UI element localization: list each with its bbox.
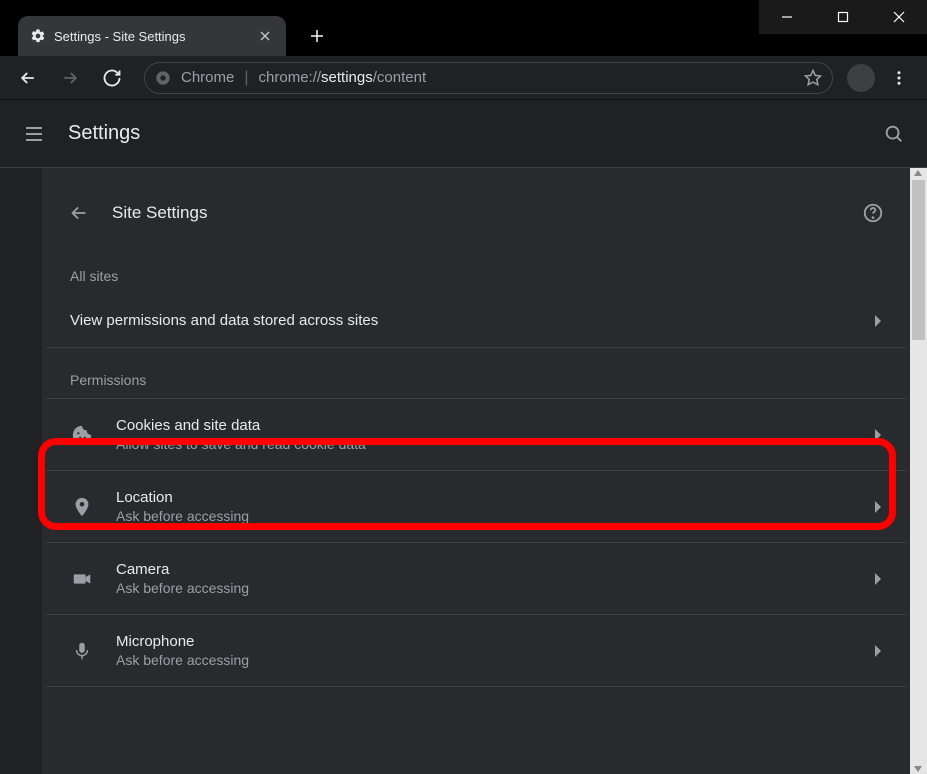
forward-button[interactable] [52, 60, 88, 96]
all-sites-link[interactable]: View permissions and data stored across … [46, 294, 906, 348]
permission-microphone[interactable]: Microphone Ask before accessing [46, 615, 906, 687]
help-icon[interactable] [862, 202, 884, 224]
permission-cookies[interactable]: Cookies and site data Allow sites to sav… [46, 398, 906, 471]
star-icon[interactable] [804, 69, 822, 87]
url-text: chrome://settings/content [259, 69, 427, 87]
chevron-right-icon [874, 501, 882, 513]
scrollbar[interactable] [910, 168, 927, 774]
close-window-button[interactable] [871, 0, 927, 34]
gear-icon [30, 28, 46, 44]
tab-title: Settings - Site Settings [54, 29, 248, 44]
permission-title: Location [116, 489, 852, 506]
browser-tab[interactable]: Settings - Site Settings [18, 16, 286, 56]
profile-avatar[interactable] [847, 64, 875, 92]
camera-icon [70, 567, 94, 591]
page-title: Site Settings [112, 203, 840, 223]
section-permissions-label: Permissions [46, 348, 906, 398]
search-icon[interactable] [883, 123, 905, 145]
new-tab-button[interactable] [300, 19, 334, 53]
minimize-button[interactable] [759, 0, 815, 34]
back-button[interactable] [10, 60, 46, 96]
scroll-thumb[interactable] [912, 180, 925, 340]
section-all-sites-label: All sites [46, 244, 906, 294]
chevron-right-icon [874, 429, 882, 441]
close-tab-button[interactable] [256, 27, 274, 45]
all-sites-title: View permissions and data stored across … [70, 312, 852, 329]
reload-button[interactable] [94, 60, 130, 96]
url-label: Chrome [181, 69, 234, 86]
permission-sub: Ask before accessing [116, 580, 852, 596]
app-title: Settings [68, 122, 140, 145]
chevron-right-icon [874, 315, 882, 327]
permission-location[interactable]: Location Ask before accessing [46, 471, 906, 543]
permission-title: Microphone [116, 633, 852, 650]
location-icon [70, 495, 94, 519]
app-menu-button[interactable] [881, 60, 917, 96]
chrome-icon [155, 70, 171, 86]
permission-title: Cookies and site data [116, 417, 852, 434]
address-bar[interactable]: Chrome | chrome://settings/content [144, 62, 833, 94]
permission-sub: Ask before accessing [116, 508, 852, 524]
maximize-button[interactable] [815, 0, 871, 34]
menu-icon[interactable] [22, 122, 46, 146]
permission-sub: Allow sites to save and read cookie data [116, 436, 852, 452]
permission-sub: Ask before accessing [116, 652, 852, 668]
page-back-button[interactable] [68, 202, 90, 224]
permission-title: Camera [116, 561, 852, 578]
chevron-right-icon [874, 573, 882, 585]
permission-camera[interactable]: Camera Ask before accessing [46, 543, 906, 615]
cookie-icon [70, 423, 94, 447]
microphone-icon [70, 639, 94, 663]
chevron-right-icon [874, 645, 882, 657]
